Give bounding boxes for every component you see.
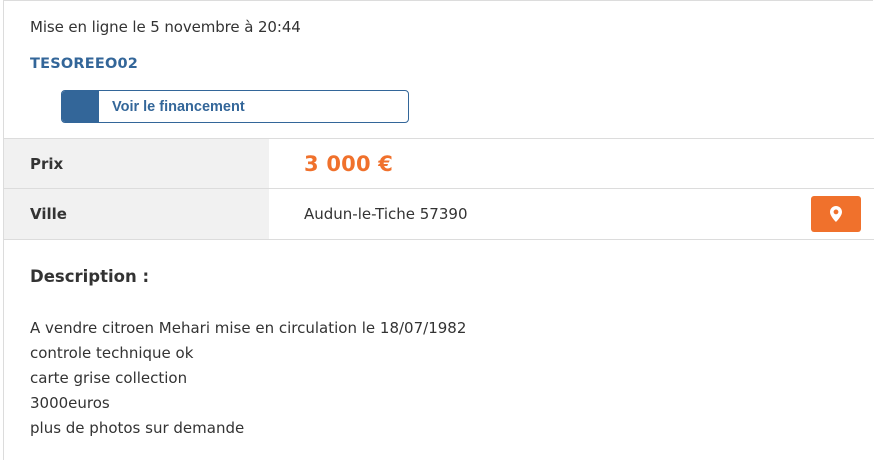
financing-button-stripe [62,91,99,122]
description-line: plus de photos sur demande [30,419,245,437]
financing-button-label: Voir le financement [112,98,245,115]
city-label: Ville [4,189,269,239]
price-row: Prix 3 000 € [4,138,874,188]
description-line: controle technique ok [30,344,194,362]
listing-date: Mise en ligne le 5 novembre à 20:44 [30,18,301,36]
price-label: Prix [4,139,269,188]
city-value: Audun-le-Tiche 57390 [304,205,468,223]
seller-name[interactable]: TESOREEO02 [30,56,138,72]
description-line: A vendre citroen Mehari mise en circulat… [30,319,467,337]
map-button[interactable] [811,196,861,232]
listing-card: Mise en ligne le 5 novembre à 20:44 TESO… [3,0,874,460]
financing-button[interactable]: Voir le financement [61,90,409,123]
city-value-cell: Audun-le-Tiche 57390 [269,189,874,239]
price-value: 3 000 € [304,151,394,176]
description-title: Description : [30,267,150,286]
map-marker-icon [830,206,842,222]
description-text: A vendre citroen Mehari mise en circulat… [30,316,466,441]
price-value-cell: 3 000 € [269,139,874,188]
description-line: carte grise collection [30,369,188,387]
city-row: Ville Audun-le-Tiche 57390 [4,188,874,240]
description-line: 3000euros [30,394,110,412]
